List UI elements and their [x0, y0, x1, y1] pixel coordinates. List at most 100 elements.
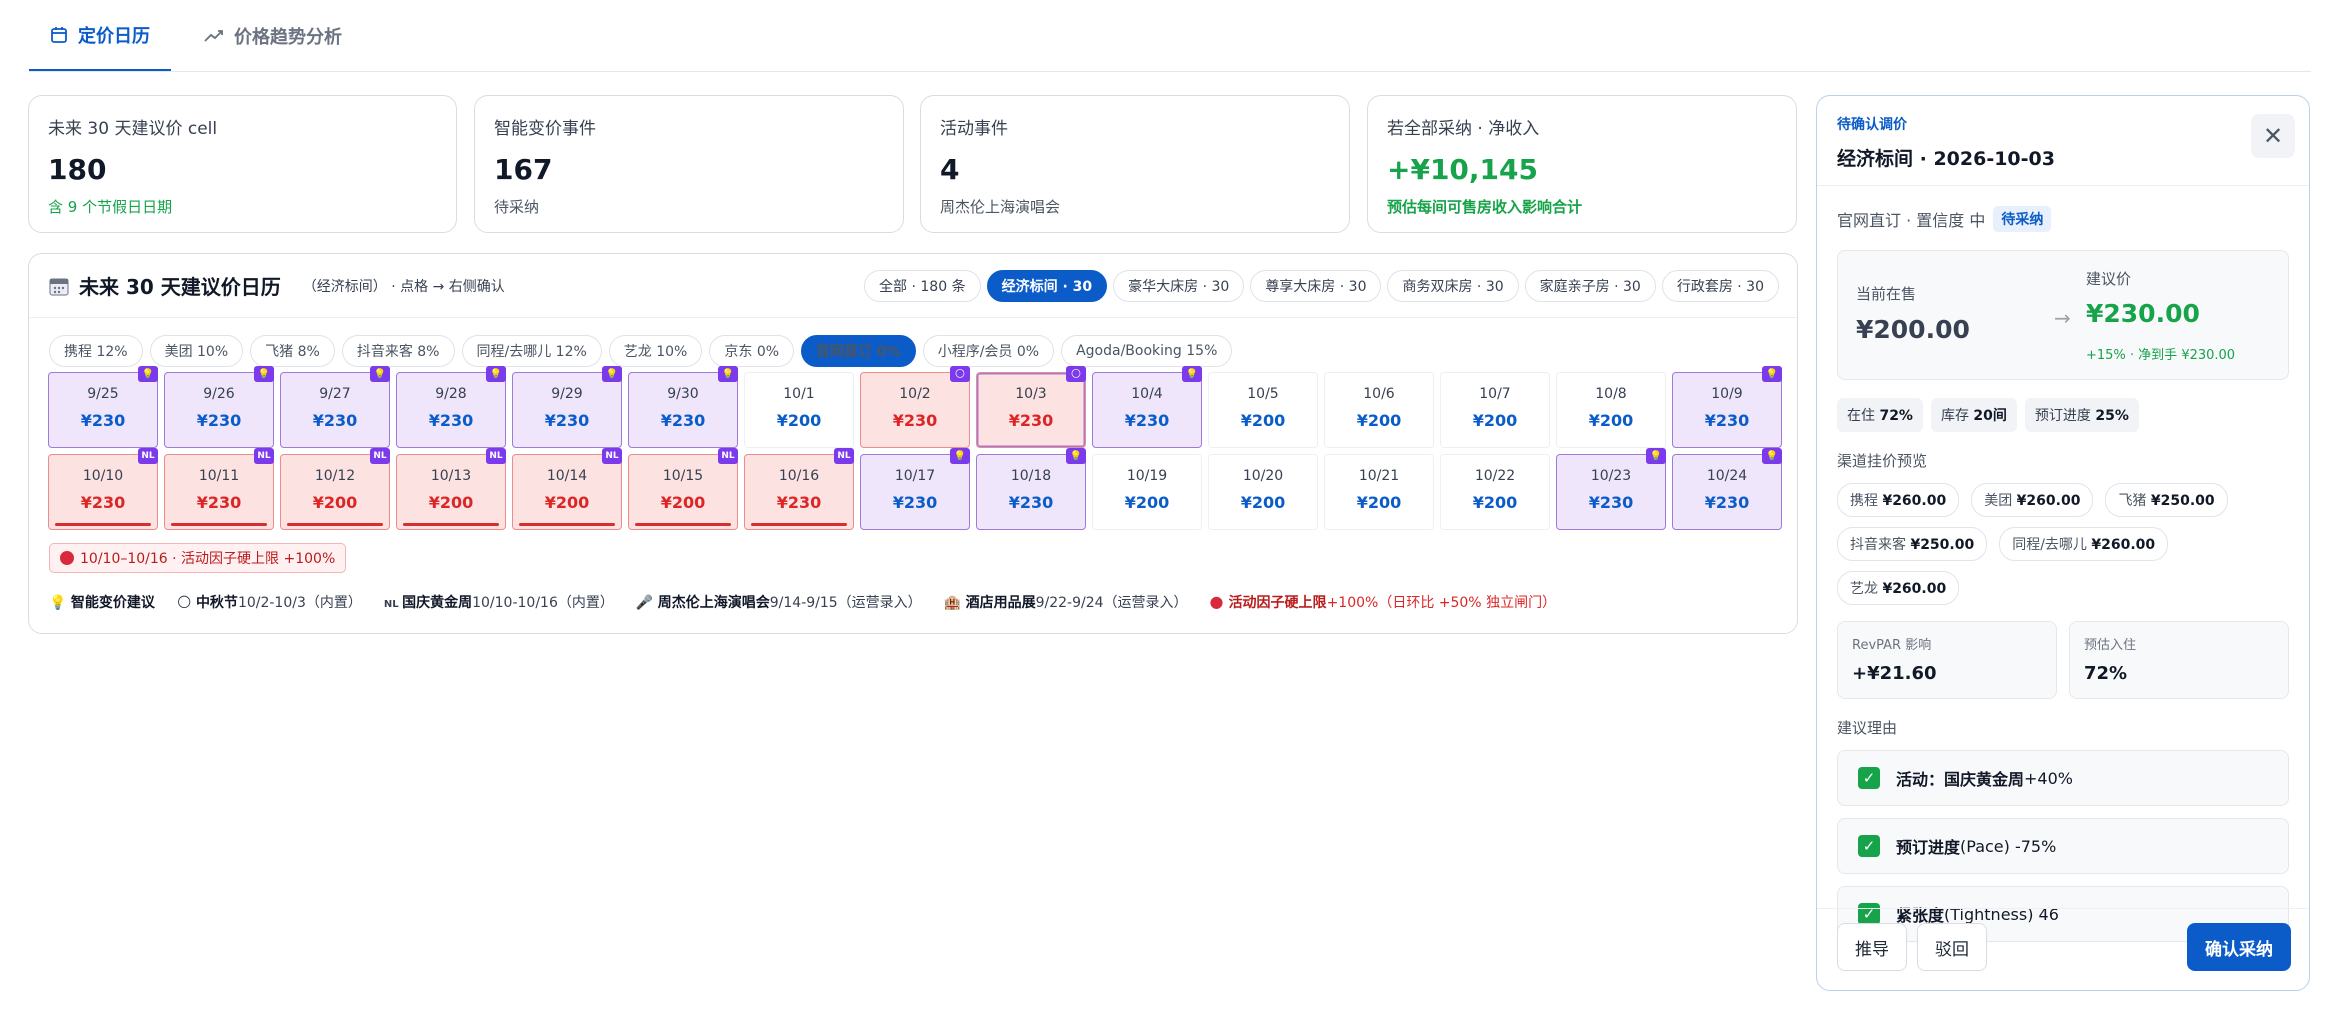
calendar-cell[interactable]: 9/25 ¥230 💡	[48, 366, 158, 448]
tab-label: 定价日历	[78, 25, 150, 47]
channel-filter-pill[interactable]: 飞猪 8%	[250, 335, 335, 367]
cell-date: 10/11	[198, 468, 240, 484]
channel-filter-pill[interactable]: Agoda/Booking 15%	[1061, 335, 1233, 367]
channel-filter-pill[interactable]: 艺龙 10%	[608, 335, 703, 367]
calendar-cell[interactable]: 10/13 ¥200 NL	[396, 448, 506, 530]
calendar-cell[interactable]: 10/1 ¥200	[744, 372, 854, 448]
calendar-cell[interactable]: 10/22 ¥200	[1440, 454, 1550, 530]
cell-badge-icon: 💡	[254, 366, 274, 382]
room-filter-pill[interactable]: 经济标间 · 30	[986, 270, 1108, 302]
stat-chip: 预订进度 25%	[2024, 398, 2139, 432]
kpi-sub: 周杰伦上海演唱会	[940, 198, 1061, 216]
kpi-title: 智能变价事件	[494, 119, 596, 139]
calendar-cell[interactable]: 10/20 ¥200	[1208, 454, 1318, 530]
channel-filter-pill[interactable]: 小程序/会员 0%	[922, 335, 1055, 367]
channel-filter-pill[interactable]: 携程 12%	[49, 335, 143, 367]
cell-date: 10/17	[894, 468, 936, 484]
calendar-cell[interactable]: 10/8 ¥200	[1556, 372, 1666, 448]
calendar-cell[interactable]: 10/12 ¥200 NL	[280, 448, 390, 530]
calendar-cell[interactable]: 9/29 ¥230 💡	[512, 366, 622, 448]
calendar-cell[interactable]: 10/23 ¥230 💡	[1556, 448, 1666, 530]
tab-price-trend[interactable]: 价格趋势分析	[183, 0, 363, 72]
reject-button[interactable]: 驳回	[1917, 923, 1987, 971]
calendar-cell[interactable]: 9/26 ¥230 💡	[164, 366, 274, 448]
cell-price: ¥200	[1588, 411, 1634, 430]
kpi-title: 若全部采纳 · 净收入	[1387, 119, 1540, 139]
cell-date: 10/23	[1590, 468, 1632, 484]
calendar-cell[interactable]: 10/24 ¥230 💡	[1672, 448, 1782, 530]
channel-price-chip: 抖音来客 ¥250.00	[1837, 527, 1988, 561]
channel-price-chip: 艺龙 ¥260.00	[1837, 571, 1960, 605]
calendar-cell[interactable]: 10/10 ¥230 NL	[48, 448, 158, 530]
channel-filter-pill[interactable]: 同程/去哪儿 12%	[461, 335, 602, 367]
channel-filter-pill[interactable]: 抖音来客 8%	[341, 335, 455, 367]
calendar-cell[interactable]: 10/7 ¥200	[1440, 372, 1550, 448]
calendar-cell[interactable]: 10/4 ¥230 💡	[1092, 366, 1202, 448]
calendar-cell[interactable]: 10/2 ¥230 🌕	[860, 366, 970, 448]
cell-price: ¥230	[1008, 493, 1054, 512]
occupancy-kpi: 预估入住 72%	[2069, 621, 2289, 699]
channel-price: ¥260.00	[2016, 493, 2081, 509]
cell-price: ¥200	[1356, 493, 1402, 512]
room-filter-pill[interactable]: 豪华大床房 · 30	[1113, 270, 1245, 302]
kpi-title: 活动事件	[940, 119, 1008, 139]
close-button[interactable]: ✕	[2251, 114, 2295, 158]
calendar-cell[interactable]: 9/28 ¥230 💡	[396, 366, 506, 448]
derive-button[interactable]: 推导	[1837, 923, 1907, 971]
kpi-card-suggested-cells: 未来 30 天建议价 cell 180 含 9 个节假日日期	[28, 95, 457, 233]
cell-price: ¥230	[892, 493, 938, 512]
calendar-cell[interactable]: 10/14 ¥200 NL	[512, 448, 622, 530]
channel-filter-pill[interactable]: 美团 10%	[149, 335, 244, 367]
checkbox-checked-icon[interactable]: ✓	[1858, 835, 1880, 857]
legend-icon: NL	[383, 599, 403, 610]
cell-price: ¥200	[1240, 493, 1286, 512]
kpi-value: 4	[940, 153, 960, 186]
calendar-legend: 💡 智能变价建议 🌕 中秋节10/2-10/3（内置） NL 国庆黄金周10/10-…	[49, 592, 1556, 612]
legend-detail: 10/2-10/3（内置）	[237, 595, 362, 611]
close-icon: ✕	[2262, 122, 2284, 150]
room-filter-pill[interactable]: 家庭亲子房 · 30	[1524, 270, 1656, 302]
checkbox-checked-icon[interactable]: ✓	[1858, 767, 1880, 789]
calendar-cell[interactable]: 9/27 ¥230 💡	[280, 366, 390, 448]
room-filter-pill[interactable]: 商务双床房 · 30	[1387, 270, 1519, 302]
calendar-cell[interactable]: 10/5 ¥200	[1208, 372, 1318, 448]
tab-pricing-calendar[interactable]: 定价日历	[29, 0, 171, 72]
calendar-cell[interactable]: 10/15 ¥200 NL	[628, 448, 738, 530]
calendar-grid: 9/25 ¥230 💡 9/26 ¥230 💡 9/27 ¥230 💡 9/28 ¥230 💡 9/29…	[48, 366, 1782, 530]
calendar-cell[interactable]: 10/19 ¥200	[1092, 454, 1202, 530]
legend-item: 🎤 周杰伦上海演唱会9/14-9/15（运营录入）	[636, 592, 922, 612]
cell-badge-icon: 💡	[138, 366, 158, 382]
confirm-button[interactable]: 确认采纳	[2187, 923, 2291, 971]
channel-name: 美团	[1984, 493, 2017, 509]
cell-badge-icon: NL	[834, 448, 854, 464]
calendar-cell[interactable]: 10/16 ¥230 NL	[744, 448, 854, 530]
cell-badge-icon: 💡	[486, 366, 506, 382]
calendar-cell[interactable]: 9/30 ¥230 💡	[628, 366, 738, 448]
channel-filter-pill[interactable]: 官网直订 0%	[801, 335, 916, 367]
cell-price: ¥230	[776, 493, 822, 512]
impact-kpis: RevPAR 影响 +¥21.60 预估入住 72%	[1837, 621, 2289, 699]
cell-price: ¥230	[1124, 411, 1170, 430]
stat-value: 25%	[2095, 408, 2129, 424]
calendar-cell[interactable]: 10/18 ¥230 💡	[976, 448, 1086, 530]
channel-filter-pill[interactable]: 京东 0%	[709, 335, 795, 367]
room-filter-pill[interactable]: 全部 · 180 条	[864, 270, 981, 302]
legend-detail: 9/22-9/24（运营录入）	[1035, 595, 1188, 611]
calendar-cell[interactable]: 10/17 ¥230 💡	[860, 448, 970, 530]
room-filter-pill[interactable]: 尊享大床房 · 30	[1250, 270, 1382, 302]
channel-filter: 携程 12% 美团 10% 飞猪 8% 抖音来客 8% 同程/去哪儿 12% 艺龙 10%…	[49, 335, 1233, 367]
cell-price: ¥230	[80, 411, 126, 430]
calendar-cell[interactable]: 10/21 ¥200	[1324, 454, 1434, 530]
status-badge: 待采纳	[1993, 206, 2052, 232]
calendar-cell[interactable]: 10/11 ¥230 NL	[164, 448, 274, 530]
panel-kicker: 待确认调价	[1837, 117, 1907, 133]
legend-item: 🌕 中秋节10/2-10/3（内置）	[177, 592, 362, 612]
stat-label: 库存	[1940, 408, 1974, 424]
stat-value: 20间	[1973, 408, 2007, 424]
stat-chip: 在住 72%	[1837, 398, 1923, 432]
channel-price: ¥260.00	[1882, 493, 1947, 509]
calendar-cell[interactable]: 10/6 ¥200	[1324, 372, 1434, 448]
calendar-cell[interactable]: 10/9 ¥230 💡	[1672, 366, 1782, 448]
room-filter-pill[interactable]: 行政套房 · 30	[1661, 270, 1779, 302]
calendar-cell[interactable]: 10/3 ¥230 🌕	[976, 366, 1086, 448]
